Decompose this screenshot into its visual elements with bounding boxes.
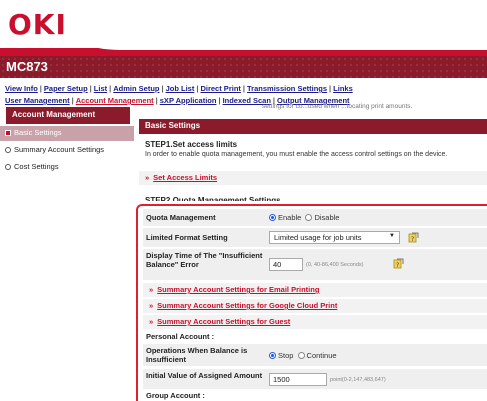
summary-email-printing-link[interactable]: Summary Account Settings for Email Print… xyxy=(157,285,319,294)
model-name: MC873 xyxy=(6,59,48,74)
display-time-value: 40 xyxy=(273,260,282,269)
continue-radio[interactable] xyxy=(297,352,305,359)
set-access-limits-link[interactable]: Set Access Limits xyxy=(153,173,217,182)
nav-user-management[interactable]: User Management xyxy=(5,96,70,105)
personal-account-heading: Personal Account : xyxy=(146,332,215,341)
initial-value-row: Initial Value of Assigned Amount 1500 po… xyxy=(143,369,487,389)
initial-value-hint: point(0-2,147,483,647) xyxy=(330,377,386,383)
limited-format-value: Limited usage for job units xyxy=(274,233,362,242)
sidebar-item-label: Summary Account Settings xyxy=(14,145,105,154)
quota-management-label: Quota Management xyxy=(146,213,216,222)
nav-sxp-application[interactable]: sXP Application xyxy=(160,96,217,105)
header-swoosh xyxy=(60,0,487,50)
step1-description: In order to enable quota management, you… xyxy=(145,151,448,158)
nav-direct-print[interactable]: Direct Print xyxy=(200,84,240,93)
double-arrow-icon: » xyxy=(145,173,150,182)
bullet-icon xyxy=(5,130,11,136)
operations-row: Operations When Balance is Insufficient … xyxy=(143,344,487,366)
disable-radio[interactable] xyxy=(305,214,313,221)
sidebar-item-label: Cost Settings xyxy=(14,162,59,171)
disable-label: Disable xyxy=(314,213,340,222)
initial-value-value: 1500 xyxy=(273,375,290,384)
nav-account-management[interactable]: Account Management xyxy=(76,96,154,105)
quota-management-options: Enable Disable xyxy=(269,213,339,222)
header: OKI xyxy=(0,0,487,56)
double-arrow-icon: » xyxy=(149,285,154,294)
nav-transmission-settings[interactable]: Transmission Settings xyxy=(247,84,327,93)
stop-label: Stop xyxy=(278,351,294,360)
nav-job-list[interactable]: Job List xyxy=(166,84,195,93)
limited-format-select[interactable]: Limited usage for job units ▼ xyxy=(269,231,400,244)
overlapped-text: settings for co...used when ...tocating … xyxy=(262,103,413,110)
display-time-row: Display Time of The "Insufficient Balanc… xyxy=(143,249,487,280)
sidebar-item-basic-settings[interactable]: Basic Settings xyxy=(0,126,134,141)
continue-label: Continue xyxy=(306,351,337,360)
summary-google-cloud-print-link[interactable]: Summary Account Settings for Google Clou… xyxy=(157,301,337,310)
group-account-heading: Group Account : xyxy=(146,391,205,400)
quota-management-row: Quota Management Enable Disable xyxy=(143,209,487,226)
operations-options: Stop Continue xyxy=(269,351,337,360)
stop-radio[interactable] xyxy=(269,352,276,359)
svg-text:?: ? xyxy=(396,262,399,269)
help-icon[interactable]: ? xyxy=(408,232,419,243)
svg-text:?: ? xyxy=(411,236,414,243)
sidebar-item-summary-account-settings[interactable]: Summary Account Settings xyxy=(0,143,134,158)
summary-guest-link[interactable]: Summary Account Settings for Guest xyxy=(157,317,290,326)
sidebar-item-label: Basic Settings xyxy=(14,128,62,137)
nav-paper-setup[interactable]: Paper Setup xyxy=(44,84,88,93)
help-icon[interactable]: ? xyxy=(393,258,404,269)
operations-label: Operations When Balance is Insufficient xyxy=(146,346,248,364)
sidebar: Account Management Basic Settings Summar… xyxy=(0,107,134,401)
model-bar: MC873 xyxy=(0,56,487,78)
limited-format-row: Limited Format Setting Limited usage for… xyxy=(143,228,487,247)
display-time-input[interactable]: 40 xyxy=(269,258,303,271)
sidebar-title: Account Management xyxy=(6,107,130,124)
initial-value-input[interactable]: 1500 xyxy=(269,373,327,386)
dropdown-caret-icon: ▼ xyxy=(389,233,395,239)
nav-admin-setup[interactable]: Admin Setup xyxy=(113,84,159,93)
email-printing-row: » Summary Account Settings for Email Prin… xyxy=(143,283,487,297)
guest-row: » Summary Account Settings for Guest xyxy=(143,315,487,329)
nav-view-info[interactable]: View Info xyxy=(5,84,38,93)
oki-logo: OKI xyxy=(8,8,67,41)
bullet-icon xyxy=(5,147,11,153)
sidebar-item-cost-settings[interactable]: Cost Settings xyxy=(0,160,134,175)
display-time-label: Display Time of The "Insufficient Balanc… xyxy=(146,251,263,269)
nav-list[interactable]: List xyxy=(94,84,107,93)
enable-label: Enable xyxy=(278,213,302,222)
page-title: Basic Settings xyxy=(139,119,487,134)
bullet-icon xyxy=(5,164,11,170)
google-cloud-print-row: » Summary Account Settings for Google Clo… xyxy=(143,299,487,313)
limited-format-label: Limited Format Setting xyxy=(146,233,228,242)
step1-title: STEP1.Set access limits xyxy=(145,140,238,149)
top-nav: View Info | Paper Setup | List | Admin Setup | J… xyxy=(5,84,353,93)
initial-value-label: Initial Value of Assigned Amount xyxy=(146,371,263,380)
set-access-limits-row: » Set Access Limits xyxy=(139,171,487,185)
enable-radio[interactable] xyxy=(269,214,276,221)
double-arrow-icon: » xyxy=(149,317,154,326)
nav-links[interactable]: Links xyxy=(333,84,353,93)
double-arrow-icon: » xyxy=(149,301,154,310)
display-time-hint: (0, 40-86,400 Seconds) xyxy=(306,262,364,268)
